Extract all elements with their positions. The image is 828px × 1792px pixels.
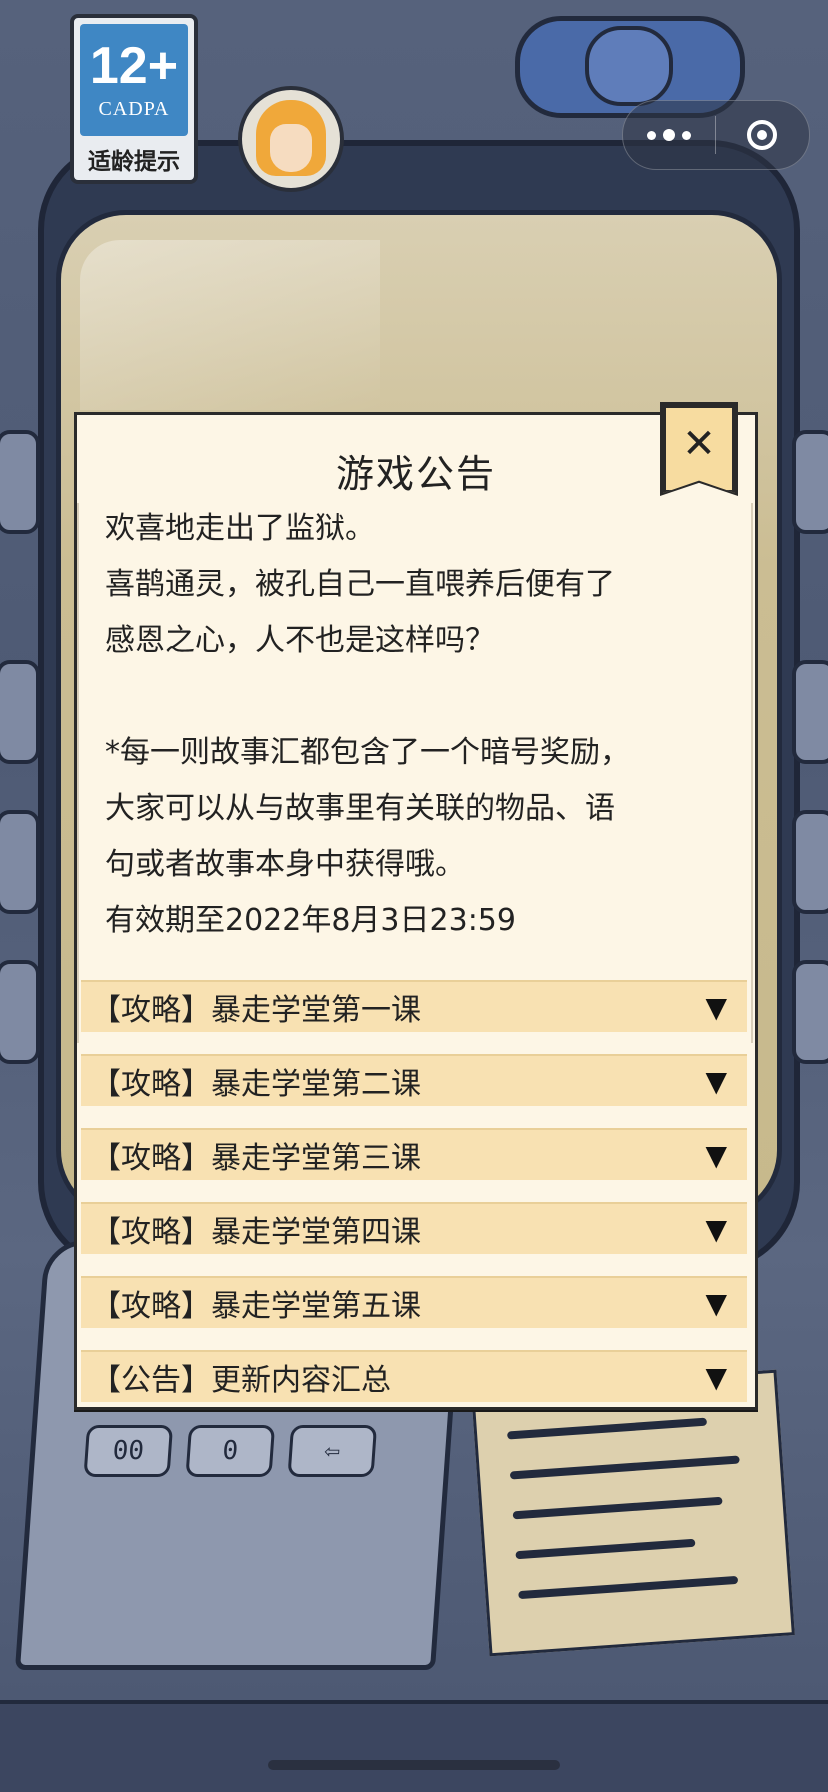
triangle-down-icon: ▼ <box>705 990 727 1024</box>
notice-text-line: 喜鹊通灵，被孔自己一直喂养后便有了 <box>105 567 615 602</box>
paper-note <box>471 1369 795 1657</box>
side-button-right-4 <box>792 960 828 1064</box>
notice-text-line: *每一则故事汇都包含了一个暗号奖励， <box>105 735 630 770</box>
target-dot <box>757 130 767 140</box>
paper-scribble <box>518 1575 739 1600</box>
more-dot-icon <box>663 129 675 141</box>
keypad-key[interactable]: 00 <box>83 1425 174 1477</box>
triangle-down-icon: ▼ <box>705 1064 727 1098</box>
more-dot-icon <box>647 130 656 140</box>
character-avatar[interactable] <box>238 86 344 192</box>
notice-text-line: 大家可以从与故事里有关联的物品、语 <box>105 791 615 826</box>
notice-text-line: 有效期至2022年8月3日23:59 <box>105 903 516 938</box>
dialog-title: 游戏公告 <box>335 452 496 496</box>
age-rating-tip: 适龄提示 <box>88 149 180 175</box>
accordion-label: 【攻略】暴走学堂第五课 <box>91 1289 421 1324</box>
paper-scribble <box>512 1496 723 1520</box>
triangle-down-icon: ▼ <box>705 1138 727 1172</box>
screen-glare <box>80 240 380 410</box>
accordion-item[interactable]: 【攻略】暴走学堂第五课 ▼ <box>81 1276 747 1328</box>
notice-content[interactable]: 欢喜地走出了监狱。 喜鹊通灵，被孔自己一直喂养后便有了 感恩之心，人不也是这样吗… <box>77 503 753 1043</box>
accordion-label: 【攻略】暴走学堂第四课 <box>91 1215 421 1250</box>
keypad-key[interactable]: ⇦ <box>287 1425 378 1477</box>
age-rating-org: CADPA <box>98 97 170 120</box>
accordion-item[interactable]: 【攻略】暴走学堂第三课 ▼ <box>81 1128 747 1180</box>
side-button-right-2 <box>792 660 828 764</box>
side-button-right-3 <box>792 810 828 914</box>
side-button-left-2 <box>0 660 40 764</box>
paper-scribble <box>515 1538 696 1560</box>
close-icon: ✕ <box>682 421 716 467</box>
notice-text-line: 句或者故事本身中获得哦。 <box>105 847 465 882</box>
accordion-item[interactable]: 【攻略】暴走学堂第一课 ▼ <box>81 980 747 1032</box>
machine-lens-inner <box>585 26 673 106</box>
accordion-item[interactable]: 【攻略】暴走学堂第二课 ▼ <box>81 1054 747 1106</box>
more-dot-icon <box>682 130 691 140</box>
miniprogram-capsule <box>622 100 810 170</box>
notice-dialog: 游戏公告 ✕ 欢喜地走出了监狱。 喜鹊通灵，被孔自己一直喂养后便有了 感恩之心，… <box>74 402 758 1410</box>
side-button-left-4 <box>0 960 40 1064</box>
side-button-left-1 <box>0 430 40 534</box>
age-rating-number: 12+ <box>89 36 179 95</box>
paper-scribble <box>507 1417 708 1440</box>
exit-button[interactable] <box>716 101 808 169</box>
triangle-down-icon: ▼ <box>705 1212 727 1246</box>
home-indicator <box>268 1760 560 1770</box>
avatar-face <box>270 124 312 172</box>
accordion-label: 【攻略】暴走学堂第一课 <box>91 993 421 1028</box>
age-rating-panel: 12+ CADPA <box>80 24 188 136</box>
target-icon <box>747 120 777 150</box>
side-button-right-1 <box>792 430 828 534</box>
accordion-label: 【公告】更新内容汇总 <box>91 1363 391 1398</box>
keypad-key[interactable]: 0 <box>185 1425 276 1477</box>
more-menu-button[interactable] <box>623 101 715 169</box>
notice-text-line: 感恩之心，人不也是这样吗？ <box>105 623 495 658</box>
floor <box>0 1700 828 1792</box>
accordion-label: 【攻略】暴走学堂第三课 <box>91 1141 421 1176</box>
accordion-label: 【攻略】暴走学堂第二课 <box>91 1067 421 1102</box>
close-button[interactable]: ✕ <box>663 405 735 493</box>
accordion-item[interactable]: 【攻略】暴走学堂第四课 ▼ <box>81 1202 747 1254</box>
paper-scribble <box>509 1455 740 1480</box>
age-rating-badge[interactable]: 12+ CADPA 适龄提示 <box>70 14 198 184</box>
accordion-item[interactable]: 【公告】更新内容汇总 ▼ <box>81 1350 747 1402</box>
triangle-down-icon: ▼ <box>705 1286 727 1320</box>
triangle-down-icon: ▼ <box>705 1360 727 1394</box>
side-button-left-3 <box>0 810 40 914</box>
notice-text-line: 欢喜地走出了监狱。 <box>105 511 375 546</box>
